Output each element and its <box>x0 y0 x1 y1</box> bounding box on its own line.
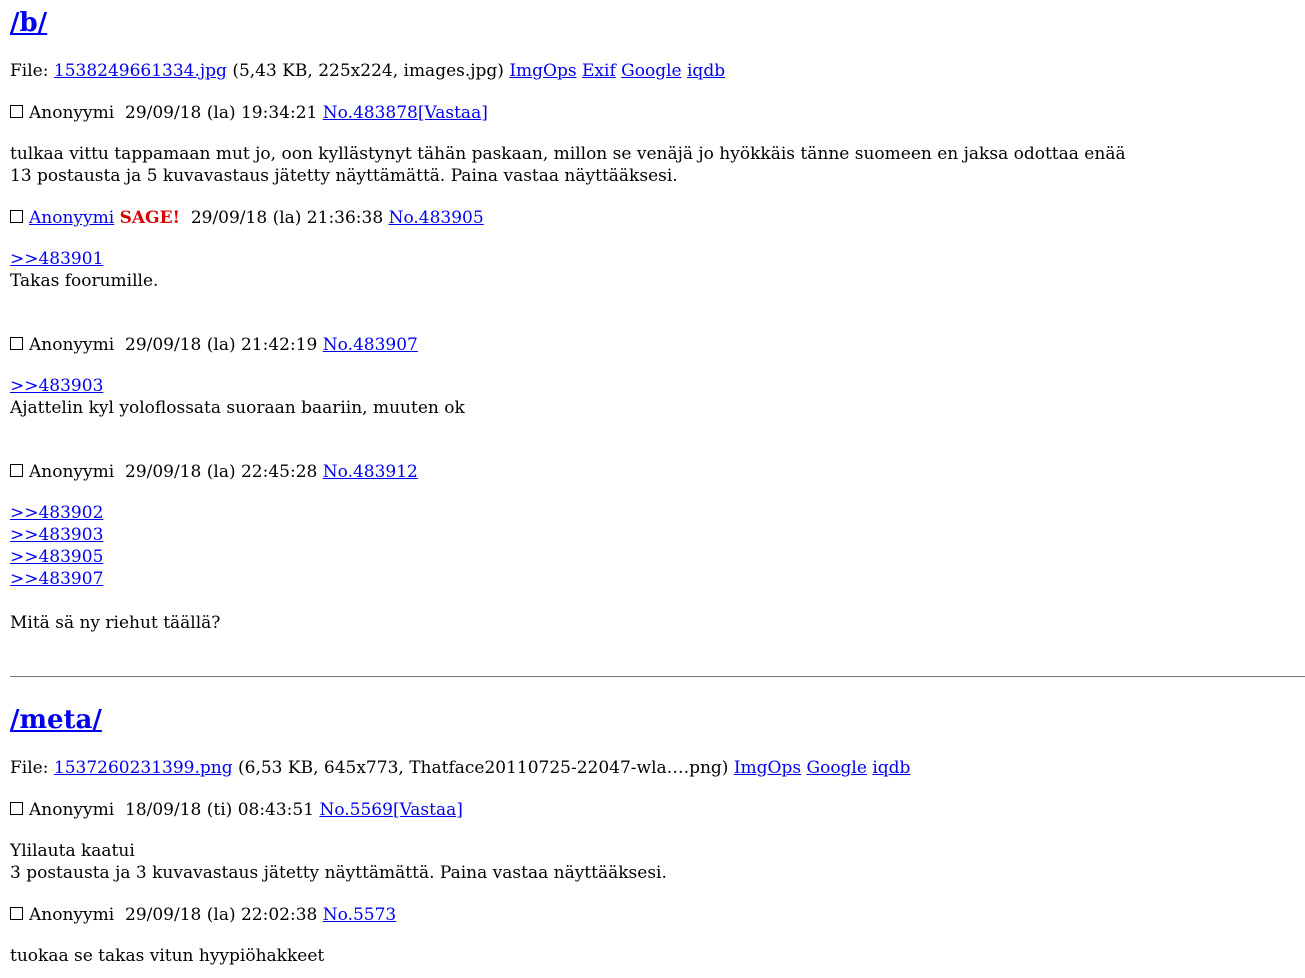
post-date: 29/09/18 (la) 21:36:38 <box>190 208 384 228</box>
op-post-body: Ylilauta kaatui 3 postausta ja 3 kuvavas… <box>10 840 1295 884</box>
post-author: Anonyymi <box>29 800 115 820</box>
thread-meta: /meta/ File: 1537260231399.png (6,53 KB,… <box>10 677 1295 967</box>
op-post-header: Anonyymi 29/09/18 (la) 19:34:21 No.48387… <box>10 102 1295 124</box>
imgops-link[interactable]: ImgOps <box>509 61 576 81</box>
post-date: 29/09/18 (la) 21:42:19 <box>125 335 318 355</box>
reply-link[interactable]: [Vastaa] <box>418 103 488 123</box>
post-date: 29/09/18 (la) 22:02:38 <box>125 905 318 925</box>
reply-post-body: >>483902 >>483903 >>483905 >>483907 Mitä… <box>10 502 1295 634</box>
exif-link[interactable]: Exif <box>582 61 616 81</box>
file-name-link[interactable]: 1537260231399.png <box>54 758 233 778</box>
reply-post-header: Anonyymi 29/09/18 (la) 21:42:19 No.48390… <box>10 334 1295 356</box>
sage-label: SAGE! <box>119 208 180 228</box>
post-date: 29/09/18 (la) 19:34:21 <box>125 103 318 123</box>
reply-post-header: Anonyymi 29/09/18 (la) 22:45:28 No.48391… <box>10 461 1295 483</box>
post-number-link[interactable]: No.483878 <box>323 103 418 123</box>
thread-b: /b/ File: 1538249661334.jpg (5,43 KB, 22… <box>10 0 1295 634</box>
imgops-link[interactable]: ImgOps <box>734 758 801 778</box>
reply-post-body: >>483903 Ajattelin kyl yoloflossata suor… <box>10 375 1295 441</box>
file-prefix: File: <box>10 61 54 81</box>
quote-link[interactable]: >>483905 <box>10 546 1295 568</box>
iqdb-link[interactable]: iqdb <box>872 758 910 778</box>
post-author: Anonyymi <box>29 905 115 925</box>
post-checkbox[interactable] <box>10 210 23 223</box>
post-checkbox[interactable] <box>10 105 23 118</box>
board-title: /meta/ <box>10 677 1295 737</box>
reply-post-body: tuokaa se takas vitun hyypiöhakkeet <box>10 945 1295 967</box>
board-title: /b/ <box>10 0 1295 40</box>
reply-post-header: Anonyymi SAGE! 29/09/18 (la) 21:36:38 No… <box>10 207 1295 229</box>
board-link-b[interactable]: /b/ <box>10 8 47 38</box>
post-text: Takas foorumille. <box>10 271 159 291</box>
quote-link[interactable]: >>483901 <box>10 248 1295 270</box>
file-info: File: 1538249661334.jpg (5,43 KB, 225x22… <box>10 60 1295 82</box>
omitted-notice: 3 postausta ja 3 kuvavastaus jätetty näy… <box>10 863 667 883</box>
post-author: Anonyymi <box>29 462 115 482</box>
file-details: (6,53 KB, 645x773, Thatface20110725-2204… <box>232 758 734 778</box>
quote-link[interactable]: >>483907 <box>10 568 1295 590</box>
post-number-link[interactable]: No.483912 <box>323 462 418 482</box>
post-checkbox[interactable] <box>10 337 23 350</box>
post-checkbox[interactable] <box>10 464 23 477</box>
post-checkbox[interactable] <box>10 907 23 920</box>
post-date: 18/09/18 (ti) 08:43:51 <box>125 800 315 820</box>
reply-post-body: >>483901 Takas foorumille. <box>10 248 1295 314</box>
google-link[interactable]: Google <box>807 758 867 778</box>
post-author: Anonyymi <box>29 103 115 123</box>
quote-link[interactable]: >>483902 <box>10 502 1295 524</box>
file-details: (5,43 KB, 225x224, images.jpg) <box>226 61 510 81</box>
post-number-link[interactable]: No.483905 <box>389 208 484 228</box>
omitted-notice: 13 postausta ja 5 kuvavastaus jätetty nä… <box>10 166 678 186</box>
post-number-link[interactable]: No.5573 <box>323 905 396 925</box>
post-number-link[interactable]: No.5569 <box>319 800 392 820</box>
post-date: 29/09/18 (la) 22:45:28 <box>125 462 318 482</box>
post-number-link[interactable]: No.483907 <box>323 335 418 355</box>
google-link[interactable]: Google <box>621 61 681 81</box>
file-prefix: File: <box>10 758 54 778</box>
quote-link[interactable]: >>483903 <box>10 375 1295 397</box>
post-text: Ajattelin kyl yoloflossata suoraan baari… <box>10 398 465 418</box>
reply-link[interactable]: [Vastaa] <box>393 800 463 820</box>
post-checkbox[interactable] <box>10 802 23 815</box>
post-author: Anonyymi <box>29 335 115 355</box>
quote-link[interactable]: >>483903 <box>10 524 1295 546</box>
iqdb-link[interactable]: iqdb <box>687 61 725 81</box>
board-link-meta[interactable]: /meta/ <box>10 705 102 735</box>
reply-post-header: Anonyymi 29/09/18 (la) 22:02:38 No.5573 <box>10 904 1295 926</box>
file-info: File: 1537260231399.png (6,53 KB, 645x77… <box>10 757 1295 779</box>
post-text: tuokaa se takas vitun hyypiöhakkeet <box>10 946 325 966</box>
op-post-body: tulkaa vittu tappamaan mut jo, oon kyllä… <box>10 143 1295 187</box>
op-post-header: Anonyymi 18/09/18 (ti) 08:43:51 No.5569[… <box>10 799 1295 821</box>
post-text: Mitä sä ny riehut täällä? <box>10 613 221 633</box>
post-text: Ylilauta kaatui <box>10 841 135 861</box>
post-text: tulkaa vittu tappamaan mut jo, oon kyllä… <box>10 144 1126 164</box>
file-name-link[interactable]: 1538249661334.jpg <box>54 61 227 81</box>
post-author-link[interactable]: Anonyymi <box>29 208 114 228</box>
